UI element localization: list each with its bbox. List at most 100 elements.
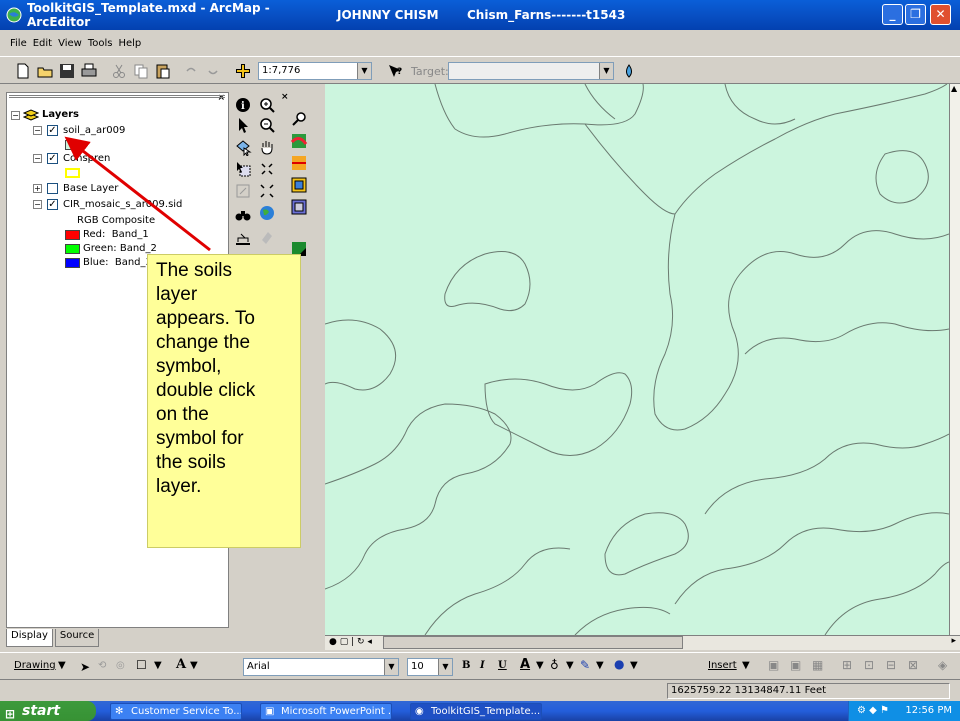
underline-button[interactable]: U bbox=[498, 660, 507, 671]
select-arrow-icon[interactable] bbox=[234, 116, 252, 134]
scroll-thumb[interactable] bbox=[383, 636, 683, 649]
zoom-out-icon[interactable] bbox=[258, 116, 276, 134]
drawing-menu[interactable]: Drawing bbox=[14, 660, 56, 671]
expand-base-layer-icon[interactable]: + bbox=[33, 184, 42, 193]
collapse-conspren-icon[interactable]: − bbox=[33, 154, 42, 163]
scroll-up-icon[interactable]: ▲ bbox=[951, 84, 957, 93]
close-icon[interactable]: × bbox=[281, 92, 289, 102]
base-layer-checkbox[interactable] bbox=[47, 183, 58, 194]
fixed-zoom-in-icon[interactable] bbox=[258, 160, 276, 178]
rotate-icon[interactable]: ⟲ bbox=[98, 660, 106, 671]
redo-icon[interactable] bbox=[204, 62, 222, 80]
copy-icon[interactable] bbox=[132, 62, 150, 80]
map-canvas[interactable] bbox=[325, 84, 949, 635]
text-dropdown-icon[interactable]: ▼ bbox=[190, 660, 198, 671]
menu-help[interactable]: Help bbox=[118, 38, 141, 49]
group-icon[interactable]: ▣ bbox=[768, 658, 779, 672]
italic-button[interactable]: I bbox=[480, 660, 485, 671]
menu-file[interactable]: File bbox=[10, 38, 27, 49]
start-button[interactable]: ⊞ start bbox=[0, 701, 96, 721]
map-horizontal-scrollbar[interactable]: ● ▢ | ↻ ◂ ▸ bbox=[325, 635, 960, 650]
select-features-icon[interactable] bbox=[234, 138, 252, 156]
whats-this-icon[interactable]: ? bbox=[386, 62, 404, 80]
cir-mosaic-checkbox[interactable]: ✓ bbox=[47, 199, 58, 210]
menu-edit[interactable]: Edit bbox=[33, 38, 52, 49]
find-binoculars-icon[interactable] bbox=[234, 206, 252, 224]
collapse-layers-icon[interactable]: − bbox=[11, 111, 20, 120]
line-color-icon[interactable]: ✎ bbox=[580, 658, 590, 672]
hyperlink-icon[interactable] bbox=[234, 182, 252, 200]
collapse-soil-icon[interactable]: − bbox=[33, 126, 42, 135]
full-extent-globe-icon[interactable] bbox=[258, 204, 276, 222]
insert-menu[interactable]: Insert bbox=[708, 660, 737, 671]
add-data-icon[interactable] bbox=[234, 62, 252, 80]
distribute-icon[interactable]: ⊟ bbox=[886, 658, 896, 672]
swipe-layer-icon[interactable] bbox=[290, 154, 308, 172]
soil-layer-checkbox[interactable]: ✓ bbox=[47, 125, 58, 136]
collapse-cir-mosaic-icon[interactable]: − bbox=[33, 200, 42, 209]
cut-icon[interactable] bbox=[110, 62, 128, 80]
open-folder-icon[interactable] bbox=[36, 62, 54, 80]
fill-color-dropdown-icon[interactable]: ▼ bbox=[566, 660, 574, 671]
rotate-flip-icon[interactable]: ⊠ bbox=[908, 658, 918, 672]
cir-mosaic-label[interactable]: CIR_mosaic_s_ar009.sid bbox=[63, 199, 182, 210]
nudge-icon[interactable]: ⊞ bbox=[842, 658, 852, 672]
order-icon[interactable]: ▦ bbox=[812, 658, 823, 672]
magnifier-window-icon[interactable] bbox=[290, 198, 308, 216]
raster-tool-icon[interactable] bbox=[290, 132, 308, 150]
taskbar-item-customer-service[interactable]: ✻ Customer Service To... bbox=[110, 703, 242, 720]
font-combo[interactable]: Arial ▼ bbox=[243, 658, 399, 676]
minimize-button[interactable]: _ bbox=[882, 4, 903, 25]
close-button[interactable]: ✕ bbox=[930, 4, 951, 25]
clock[interactable]: 12:56 PM bbox=[905, 705, 952, 716]
undo-icon[interactable] bbox=[182, 62, 200, 80]
scroll-right-icon[interactable]: ▸ bbox=[951, 636, 956, 646]
new-text-icon[interactable]: A bbox=[176, 657, 186, 672]
dropdown-arrow-icon[interactable]: ▼ bbox=[384, 659, 398, 675]
bold-button[interactable]: B bbox=[462, 660, 470, 671]
select-elements-arrow-icon[interactable]: ➤ bbox=[80, 660, 90, 674]
editor-toolbar-icon[interactable] bbox=[620, 62, 638, 80]
map-scale-combo[interactable]: 1:7,776 ▼ bbox=[258, 62, 372, 80]
font-color-icon[interactable]: A bbox=[520, 657, 530, 672]
new-document-icon[interactable] bbox=[14, 62, 32, 80]
menu-tools[interactable]: Tools bbox=[88, 38, 113, 49]
overview-icon[interactable] bbox=[290, 176, 308, 194]
menu-view[interactable]: View bbox=[58, 38, 82, 49]
marker-color-icon[interactable]: ● bbox=[614, 657, 624, 671]
save-icon[interactable] bbox=[58, 62, 76, 80]
dropdown-arrow-icon[interactable]: ▼ bbox=[357, 63, 371, 79]
layers-root-label[interactable]: Layers bbox=[42, 109, 79, 120]
tab-source[interactable]: Source bbox=[54, 629, 100, 647]
soil-symbol-swatch[interactable] bbox=[65, 140, 80, 150]
font-size-combo[interactable]: 10 ▼ bbox=[407, 658, 453, 676]
drawing-dropdown-icon[interactable]: ▼ bbox=[58, 660, 66, 671]
ungroup-icon[interactable]: ▣ bbox=[790, 658, 801, 672]
dropdown-arrow-icon[interactable]: ▼ bbox=[438, 659, 452, 675]
map-vertical-scrollbar[interactable]: ▲ bbox=[949, 84, 960, 635]
select-elements-icon[interactable] bbox=[234, 160, 252, 178]
insert-dropdown-icon[interactable]: ▼ bbox=[742, 660, 750, 671]
rectangle-dropdown-icon[interactable]: ▼ bbox=[154, 660, 162, 671]
zoom-in-icon[interactable] bbox=[258, 96, 276, 114]
conspren-layer-checkbox[interactable]: ✓ bbox=[47, 153, 58, 164]
edit-vertices-icon[interactable]: ◈ bbox=[938, 658, 947, 672]
dropdown-arrow-icon[interactable]: ▼ bbox=[599, 63, 613, 79]
tray-icons[interactable]: ⚙ ◆ ⚑ bbox=[857, 701, 889, 721]
soil-layer-label[interactable]: soil_a_ar009 bbox=[63, 125, 125, 136]
font-color-dropdown-icon[interactable]: ▼ bbox=[536, 660, 544, 671]
tab-display[interactable]: Display bbox=[6, 629, 53, 647]
pan-hand-icon[interactable] bbox=[258, 138, 276, 156]
magnifier-icon[interactable] bbox=[290, 110, 308, 128]
paste-icon[interactable] bbox=[154, 62, 172, 80]
base-layer-label[interactable]: Base Layer bbox=[63, 183, 118, 194]
taskbar-item-arcmap[interactable]: ◉ ToolkitGIS_Template.... bbox=[410, 703, 542, 720]
restore-button[interactable]: ❐ bbox=[905, 4, 926, 25]
data-view-icon[interactable]: ● ▢ | ↻ ◂ bbox=[329, 637, 372, 647]
print-icon[interactable] bbox=[80, 62, 98, 80]
marker-color-dropdown-icon[interactable]: ▼ bbox=[630, 660, 638, 671]
identify-icon[interactable]: i bbox=[234, 96, 252, 114]
fixed-zoom-out-icon[interactable] bbox=[258, 182, 276, 200]
target-combo[interactable]: ▼ bbox=[448, 62, 614, 80]
line-color-dropdown-icon[interactable]: ▼ bbox=[596, 660, 604, 671]
